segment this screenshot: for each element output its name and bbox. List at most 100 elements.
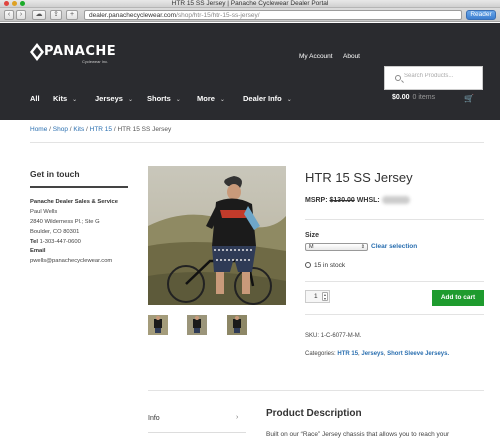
chevron-down-icon: ⌄ bbox=[219, 97, 225, 103]
logo-word: PANACHE bbox=[44, 44, 117, 59]
dealer-city: Boulder, CO 80301 bbox=[30, 229, 80, 235]
chevron-right-icon[interactable]: › bbox=[236, 414, 238, 421]
cloud-icon[interactable]: ☁ bbox=[32, 10, 46, 20]
search-icon bbox=[395, 75, 401, 81]
stepper-arrows-icon[interactable]: ▲ ▼ bbox=[322, 292, 328, 301]
dealer-person: Paul Wells bbox=[30, 209, 58, 215]
my-account-link[interactable]: My Account bbox=[299, 53, 333, 60]
about-link[interactable]: About bbox=[343, 53, 360, 60]
add-to-cart-button[interactable]: Add to cart bbox=[432, 290, 484, 306]
sku-label: SKU: bbox=[305, 333, 320, 339]
nav-label: Dealer Info bbox=[243, 94, 282, 103]
whsl-label: WHSL: bbox=[356, 196, 380, 204]
product-search[interactable] bbox=[384, 66, 483, 90]
share-icon[interactable]: ⇪ bbox=[50, 10, 62, 20]
price-divider bbox=[305, 219, 484, 220]
forward-icon[interactable]: › bbox=[16, 10, 26, 20]
email-label: Email bbox=[30, 248, 46, 254]
chevron-down-icon: ⌄ bbox=[286, 97, 292, 103]
window-title: HTR 15 SS Jersey | Panache Cyclewear Dea… bbox=[171, 0, 329, 7]
product-price: MSRP: $130.00 WHSL: bbox=[305, 196, 410, 204]
phone-number[interactable]: 1-303-447-0600 bbox=[40, 239, 81, 245]
chevron-down-icon: ⌄ bbox=[175, 97, 181, 103]
cart-summary[interactable]: $0.00 0 items bbox=[392, 94, 435, 101]
dealer-phone: Tel 1-303-447-0600 bbox=[30, 239, 81, 245]
clear-selection-link[interactable]: Clear selection bbox=[371, 243, 417, 250]
nav-label: Shorts bbox=[147, 94, 171, 103]
cart-total: $0.00 bbox=[392, 94, 410, 101]
size-label: Size bbox=[305, 232, 320, 239]
dealer-email[interactable]: pwells@panachecyclewear.com bbox=[30, 258, 112, 264]
nav-item-more[interactable]: More ⌄ bbox=[197, 94, 225, 103]
product-thumbnail[interactable] bbox=[187, 315, 207, 335]
search-input[interactable] bbox=[404, 73, 480, 79]
dealer-street: 2840 Wilderness Pl.; Ste G bbox=[30, 219, 100, 225]
size-selected-value: M bbox=[309, 244, 314, 250]
sku-value: 1-C-6077-M-M. bbox=[320, 333, 362, 339]
product-title: HTR 15 SS Jersey bbox=[305, 170, 413, 185]
site-logo[interactable]: PANACHE Cyclewear Inc. bbox=[30, 42, 116, 64]
stock-text: 15 in stock bbox=[314, 262, 346, 269]
category-link-short-sleeve-jerseys[interactable]: Short Sleeve Jerseys. bbox=[387, 351, 449, 357]
reader-button[interactable]: Reader bbox=[466, 10, 496, 20]
product-thumbnail[interactable] bbox=[148, 315, 168, 335]
window-titlebar: HTR 15 SS Jersey | Panache Cyclewear Dea… bbox=[0, 0, 500, 8]
breadcrumb: Home / Shop / Kits / HTR 15 / HTR 15 SS … bbox=[30, 126, 171, 133]
product-thumbnail[interactable] bbox=[227, 315, 247, 335]
size-select[interactable]: M ⇕ bbox=[305, 243, 368, 251]
dealer-company: Panache Dealer Sales & Service bbox=[30, 199, 118, 205]
nav-item-all[interactable]: All bbox=[30, 94, 40, 103]
nav-item-dealer-info[interactable]: Dealer Info ⌄ bbox=[243, 94, 292, 103]
category-link-jerseys[interactable]: Jerseys bbox=[361, 351, 383, 357]
cart-item-count: 0 items bbox=[412, 94, 436, 101]
logo-subtitle: Cyclewear Inc. bbox=[82, 59, 109, 64]
nav-item-shorts[interactable]: Shorts ⌄ bbox=[147, 94, 181, 103]
breadcrumb-current: HTR 15 SS Jersey bbox=[117, 126, 172, 133]
site-header: PANACHE Cyclewear Inc. My Account About bbox=[0, 23, 500, 120]
logo-mark-icon bbox=[30, 43, 44, 61]
tabs-divider bbox=[148, 390, 484, 391]
nav-label: Kits bbox=[53, 94, 68, 103]
product-sku: SKU: 1-C-6077-M-M. bbox=[305, 333, 361, 339]
product-main-image[interactable] bbox=[148, 166, 286, 305]
address-bar[interactable]: dealer.panachecyclewear.com/shop/htr-15/… bbox=[84, 10, 462, 20]
breadcrumb-htr-15[interactable]: HTR 15 bbox=[90, 126, 112, 133]
tab-info[interactable]: Info bbox=[148, 415, 160, 422]
tab-divider bbox=[148, 432, 246, 433]
breadcrumb-divider bbox=[30, 142, 484, 143]
quantity-value: 1 bbox=[314, 293, 318, 300]
url-path: /shop/htr-15/htr-15-ss-jersey/ bbox=[176, 12, 260, 19]
wholesale-price-redacted bbox=[381, 196, 410, 204]
cart-divider bbox=[305, 314, 484, 315]
variation-divider bbox=[305, 281, 484, 282]
in-stock-icon bbox=[305, 262, 311, 268]
category-link-htr-15[interactable]: HTR 15 bbox=[337, 351, 358, 357]
url-host: dealer.panachecyclewear.com bbox=[89, 12, 177, 19]
nav-label: All bbox=[30, 94, 40, 103]
breadcrumb-shop[interactable]: Shop bbox=[53, 126, 68, 133]
sidebar-title-underline bbox=[30, 186, 128, 188]
product-categories: Categories: HTR 15, Jerseys, Short Sleev… bbox=[305, 351, 450, 357]
chevron-down-icon: ⌄ bbox=[127, 97, 133, 103]
new-tab-icon[interactable]: + bbox=[66, 10, 78, 20]
nav-item-jerseys[interactable]: Jerseys ⌄ bbox=[95, 94, 133, 103]
back-icon[interactable]: ‹ bbox=[4, 10, 14, 20]
cart-icon[interactable]: 🛒 bbox=[464, 94, 474, 103]
breadcrumb-kits[interactable]: Kits bbox=[73, 126, 84, 133]
select-arrows-icon: ⇕ bbox=[360, 244, 365, 250]
phone-label: Tel bbox=[30, 239, 38, 245]
browser-toolbar: ‹ › ☁ ⇪ + dealer.panachecyclewear.com/sh… bbox=[0, 8, 500, 22]
categories-label: Categories: bbox=[305, 351, 336, 357]
nav-label: More bbox=[197, 94, 215, 103]
breadcrumb-home[interactable]: Home bbox=[30, 126, 47, 133]
sidebar-title: Get in touch bbox=[30, 169, 80, 179]
quantity-stepper[interactable]: 1 ▲ ▼ bbox=[305, 290, 330, 303]
msrp-value: $130.00 bbox=[329, 196, 355, 204]
nav-label: Jerseys bbox=[95, 94, 123, 103]
msrp-label: MSRP: bbox=[305, 196, 328, 204]
description-text: Built on our “Race” Jersey chassis that … bbox=[266, 431, 450, 438]
nav-item-kits[interactable]: Kits ⌄ bbox=[53, 94, 77, 103]
description-title: Product Description bbox=[266, 408, 362, 419]
chevron-down-icon: ⌄ bbox=[72, 97, 78, 103]
stock-status: 15 in stock bbox=[305, 262, 345, 269]
